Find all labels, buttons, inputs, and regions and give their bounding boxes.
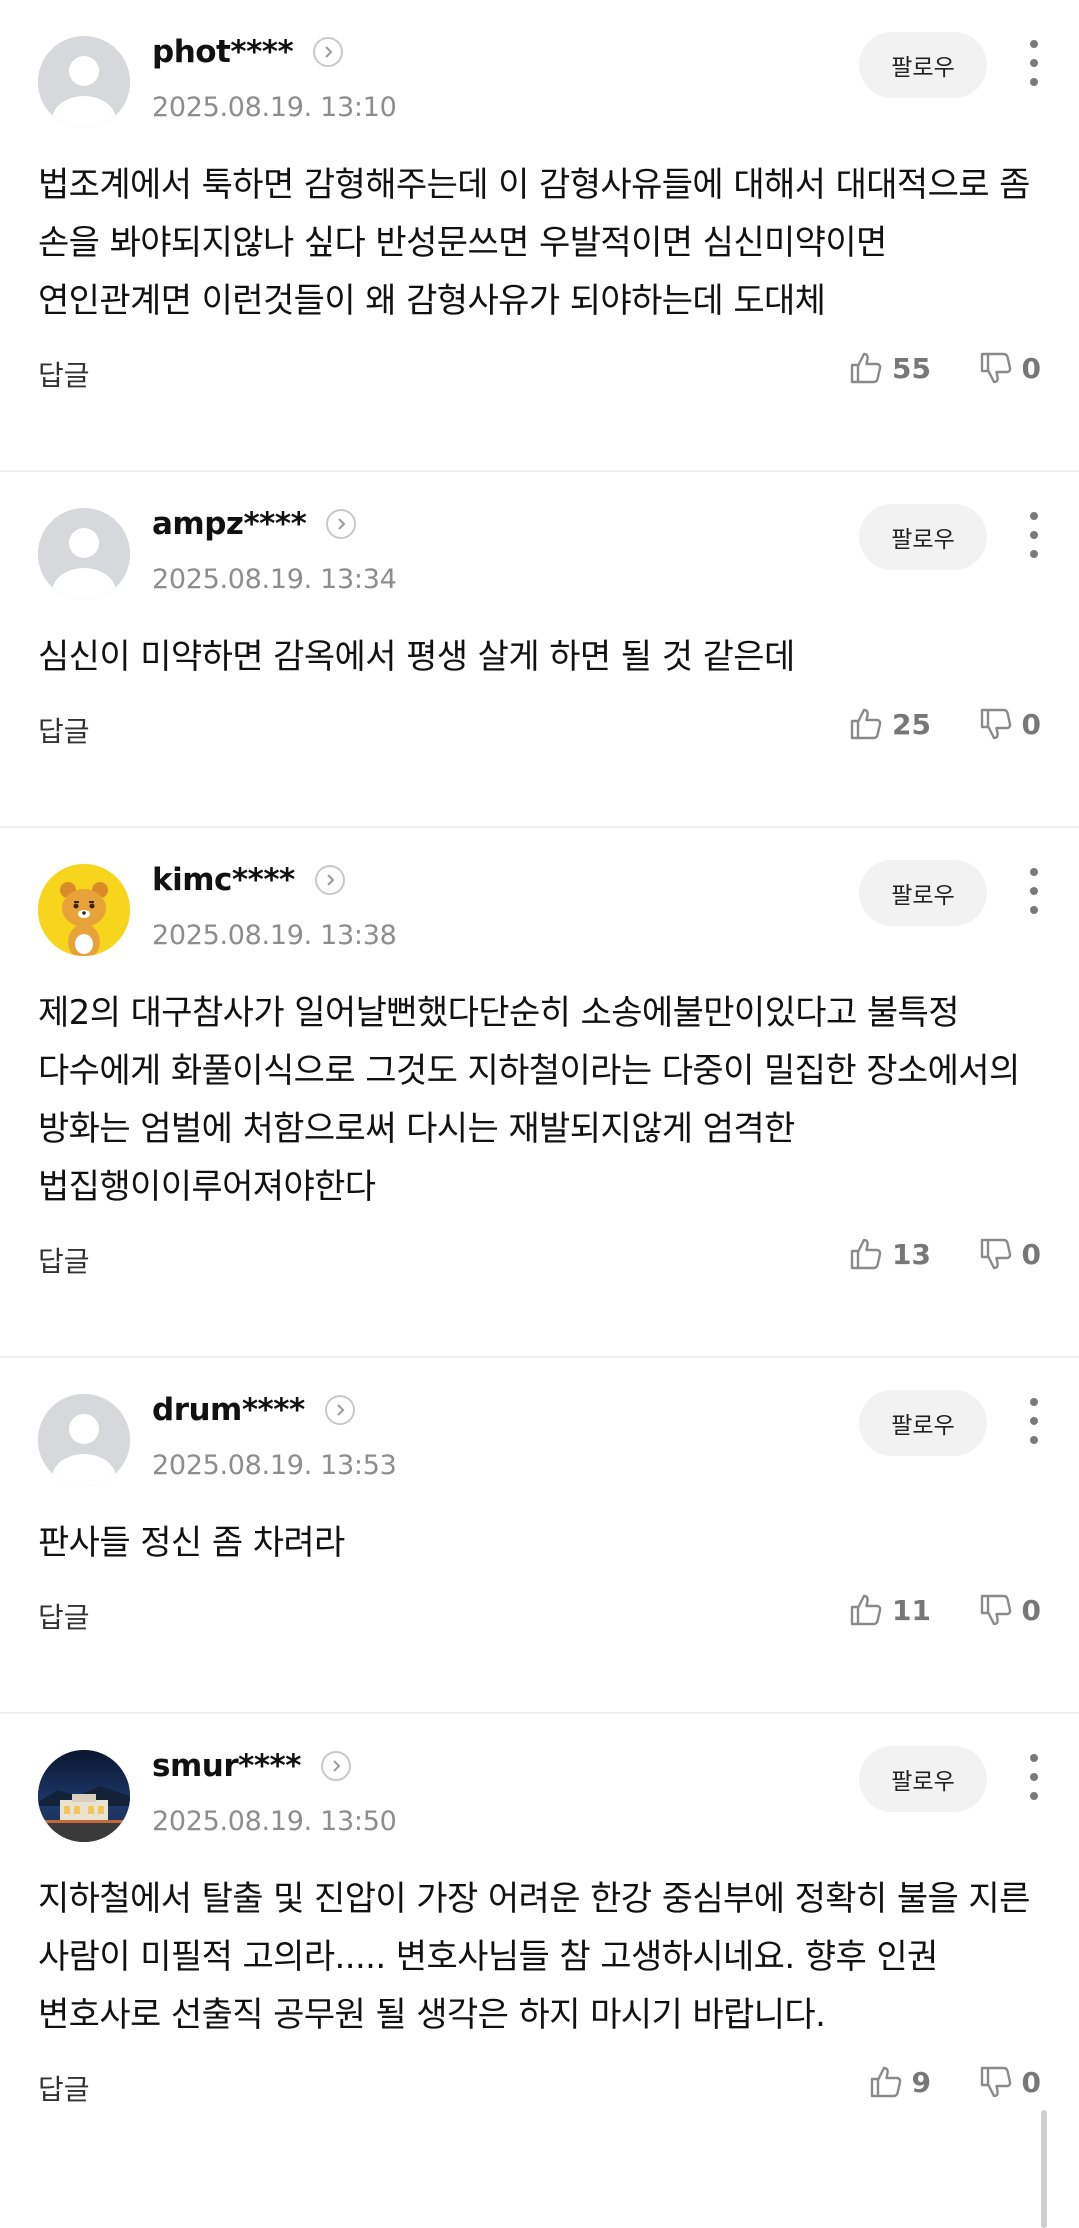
comment-actions: 답글 9 0	[38, 2056, 1041, 2132]
nickname-row: kimc****	[152, 862, 345, 898]
thumbs-up-icon	[850, 708, 882, 740]
like-count: 55	[892, 351, 931, 385]
comment-date: 2025.08.19. 13:38	[152, 920, 397, 951]
night-building-photo-avatar[interactable]	[38, 1750, 130, 1842]
more-options-icon[interactable]	[1027, 512, 1041, 558]
nickname[interactable]: drum****	[152, 1392, 305, 1428]
dislike-count: 0	[1021, 707, 1041, 741]
comment-header: phot**** 2025.08.19. 13:10 팔로우	[38, 0, 1041, 130]
thumbs-up-icon	[850, 1238, 882, 1270]
default-avatar-icon[interactable]	[38, 1394, 130, 1486]
follow-button[interactable]: 팔로우	[859, 32, 987, 98]
chevron-right-icon[interactable]	[314, 865, 345, 895]
like-button[interactable]: 9	[868, 2064, 931, 2100]
reply-button[interactable]: 답글	[38, 1596, 90, 1636]
thumbs-up-icon	[870, 2066, 901, 2098]
nickname-row: drum****	[152, 1392, 355, 1428]
more-options-icon[interactable]	[1027, 1754, 1041, 1800]
comment-date: 2025.08.19. 13:34	[152, 564, 397, 595]
thumbs-down-icon	[980, 1594, 1011, 1626]
nickname[interactable]: phot****	[152, 34, 294, 70]
nickname[interactable]: ampz****	[152, 506, 307, 542]
dislike-button[interactable]: 0	[978, 706, 1041, 742]
comment-list: phot**** 2025.08.19. 13:10 팔로우 법조계에서 툭하면…	[0, 0, 1079, 2132]
dislike-button[interactable]: 0	[978, 2064, 1041, 2100]
chevron-right-icon[interactable]	[326, 509, 357, 539]
comment-actions: 답글 25 0	[38, 698, 1041, 774]
comment-header: kimc**** 2025.08.19. 13:38 팔로우	[38, 828, 1041, 958]
comment-text: 제2의 대구참사가 일어날뻔했다단순히 소송에불만이있다고 불특정 다수에게 화…	[38, 993, 1020, 1207]
comment-date: 2025.08.19. 13:50	[152, 1806, 397, 1837]
like-button[interactable]: 11	[848, 1592, 931, 1628]
dislike-count: 0	[1021, 1593, 1041, 1627]
like-button[interactable]: 25	[848, 706, 931, 742]
thumbs-down-icon	[980, 2066, 1011, 2098]
nickname-row: ampz****	[152, 506, 357, 542]
follow-button[interactable]: 팔로우	[859, 860, 987, 926]
chevron-right-icon[interactable]	[313, 37, 344, 67]
reply-button[interactable]: 답글	[38, 2068, 90, 2108]
comment-header: drum**** 2025.08.19. 13:53 팔로우	[38, 1358, 1041, 1488]
thumbs-up-icon	[850, 1594, 882, 1626]
chevron-right-icon[interactable]	[320, 1751, 351, 1781]
chevron-right-icon[interactable]	[324, 1395, 355, 1425]
comment-text: 지하철에서 탈출 및 진압이 가장 어려운 한강 중심부에 정확히 불을 지른 …	[38, 1879, 1030, 2035]
comment-actions: 답글 11 0	[38, 1584, 1041, 1660]
dislike-button[interactable]: 0	[978, 350, 1041, 386]
comment-item: kimc**** 2025.08.19. 13:38 팔로우 제2의 대구참사가…	[0, 828, 1079, 1358]
thumbs-down-icon	[980, 708, 1011, 740]
dislike-count: 0	[1021, 1237, 1041, 1271]
comment-text: 법조계에서 툭하면 감형해주는데 이 감형사유들에 대해서 대대적으로 좀 손을…	[38, 165, 1030, 321]
default-avatar-icon[interactable]	[38, 508, 130, 600]
follow-button[interactable]: 팔로우	[859, 1746, 987, 1812]
dislike-count: 0	[1021, 351, 1041, 385]
comment-header: smur**** 2025.08.19. 13:50 팔로우	[38, 1714, 1041, 1844]
more-options-icon[interactable]	[1027, 1398, 1041, 1444]
more-options-icon[interactable]	[1027, 868, 1041, 914]
reply-button[interactable]: 답글	[38, 1240, 90, 1280]
comment-header: ampz**** 2025.08.19. 13:34 팔로우	[38, 472, 1041, 602]
dislike-button[interactable]: 0	[978, 1592, 1041, 1628]
default-avatar-icon[interactable]	[38, 36, 130, 128]
like-count: 13	[892, 1237, 931, 1271]
follow-button[interactable]: 팔로우	[859, 504, 987, 570]
comment-text: 심신이 미약하면 감옥에서 평생 살게 하면 될 것 같은데	[38, 637, 795, 677]
thumbs-up-icon	[850, 352, 882, 384]
comment-text: 판사들 정신 좀 차려라	[38, 1523, 345, 1563]
like-count: 11	[892, 1593, 931, 1627]
comment-item: ampz**** 2025.08.19. 13:34 팔로우 심신이 미약하면 …	[0, 472, 1079, 828]
bear-character-avatar[interactable]	[38, 864, 130, 956]
comment-date: 2025.08.19. 13:53	[152, 1450, 397, 1481]
comment-actions: 답글 13 0	[38, 1228, 1041, 1304]
follow-button[interactable]: 팔로우	[859, 1390, 987, 1456]
nickname-row: phot****	[152, 34, 344, 70]
dislike-button[interactable]: 0	[978, 1236, 1041, 1272]
comment-date: 2025.08.19. 13:10	[152, 92, 397, 123]
reply-button[interactable]: 답글	[38, 354, 90, 394]
dislike-count: 0	[1021, 2065, 1041, 2099]
like-count: 9	[911, 2065, 931, 2099]
thumbs-down-icon	[980, 352, 1011, 384]
nickname-row: smur****	[152, 1748, 351, 1784]
comment-actions: 답글 55 0	[38, 342, 1041, 418]
comment-item: smur**** 2025.08.19. 13:50 팔로우 지하철에서 탈출 …	[0, 1714, 1079, 2132]
nickname[interactable]: smur****	[152, 1748, 301, 1784]
like-count: 25	[892, 707, 931, 741]
comment-item: drum**** 2025.08.19. 13:53 팔로우 판사들 정신 좀 …	[0, 1358, 1079, 1714]
reply-button[interactable]: 답글	[38, 710, 90, 750]
like-button[interactable]: 55	[848, 350, 931, 386]
scrollbar[interactable]	[1041, 2110, 1047, 2228]
comment-item: phot**** 2025.08.19. 13:10 팔로우 법조계에서 툭하면…	[0, 0, 1079, 472]
thumbs-down-icon	[980, 1238, 1011, 1270]
like-button[interactable]: 13	[848, 1236, 931, 1272]
nickname[interactable]: kimc****	[152, 862, 295, 898]
more-options-icon[interactable]	[1027, 40, 1041, 86]
